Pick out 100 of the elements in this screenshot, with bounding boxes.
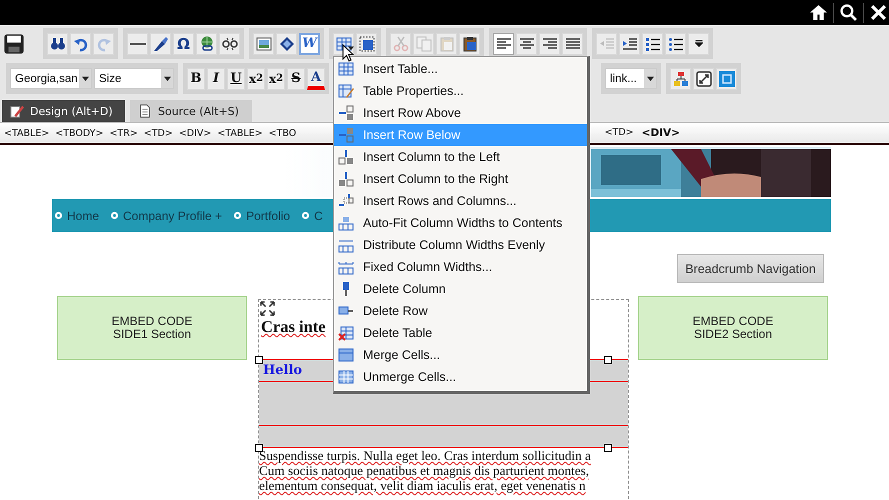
nav-link[interactable]: Home	[67, 208, 100, 222]
align-right-button[interactable]	[539, 32, 560, 54]
pen-button[interactable]	[150, 32, 171, 54]
menu-item[interactable]: Insert Column to the Right	[334, 168, 587, 190]
caret-icon	[82, 75, 88, 82]
align-center-button[interactable]	[516, 32, 537, 54]
menu-item[interactable]: Auto-Fit Column Widths to Contents	[334, 212, 587, 234]
caret-icon	[646, 75, 654, 82]
strikethrough-button[interactable]: S	[287, 68, 305, 90]
numbered-list-icon	[644, 36, 660, 52]
path-tag[interactable]: <DIV>	[642, 127, 680, 139]
scissors-icon	[392, 36, 408, 52]
nav-link[interactable]: Company Profile +	[123, 208, 222, 222]
menu-item[interactable]: Merge Cells...	[334, 344, 587, 366]
path-tag[interactable]: <TBO	[268, 128, 296, 138]
embed-code-text: SIDE1 Section	[112, 328, 192, 341]
menu-item[interactable]: Fixed Column Widths...	[334, 256, 587, 278]
indent-button[interactable]	[619, 32, 640, 54]
paragraph-line: Cum sociis natoque penatibus et magnis dis parturient montes,	[259, 463, 590, 478]
menu-item[interactable]: Unmerge Cells...	[334, 366, 587, 388]
pen-icon	[152, 36, 168, 52]
globe-link-icon	[198, 36, 214, 52]
insert-column-icon	[338, 149, 354, 165]
resize-handle[interactable]	[255, 444, 263, 452]
clipboard-icon	[438, 36, 454, 52]
numbered-list-button[interactable]	[642, 32, 663, 54]
image-button[interactable]	[253, 32, 274, 54]
autofit-columns-icon	[338, 215, 354, 231]
link-dropdown[interactable]: link...	[605, 68, 657, 89]
font-dropdown[interactable]: Georgia,san	[10, 68, 92, 89]
menu-item[interactable]: Insert Table...	[334, 58, 587, 80]
menu-item[interactable]: Delete Table	[334, 322, 587, 344]
menu-item[interactable]: Distribute Column Widths Evenly	[334, 234, 587, 256]
bullet-list-icon	[668, 36, 684, 52]
path-tag[interactable]: <TR>	[109, 128, 138, 138]
paragraph-line: Suspendisse turpis. Nulla eget leo. Cras interdum sollicitudin a	[259, 448, 591, 463]
sitemap-button[interactable]	[670, 68, 691, 90]
horizontal-rule-button[interactable]	[127, 32, 148, 54]
home-icon[interactable]	[810, 4, 827, 21]
embed-code-text: SIDE2 Section	[694, 328, 772, 341]
fixed-columns-icon	[338, 259, 354, 275]
size-dropdown[interactable]: Size	[94, 68, 174, 89]
clipboard-icon	[462, 36, 478, 52]
globe-link-button[interactable]	[196, 32, 217, 54]
nav-link[interactable]: Portfolio	[246, 208, 290, 222]
underline-button[interactable]: U	[227, 68, 245, 90]
path-tag[interactable]: <TABLE>	[4, 128, 50, 138]
text-color-button[interactable]: A	[307, 68, 325, 90]
image-icon	[256, 36, 272, 52]
broken-chain-icon	[222, 36, 238, 52]
special-character-button[interactable]: Ω	[173, 32, 194, 54]
caret-icon	[348, 44, 354, 50]
menu-item[interactable]: Insert Rows and Columns...	[334, 190, 587, 212]
paste-from-word-button[interactable]: W	[299, 32, 320, 54]
menu-item[interactable]: Delete Column	[334, 278, 587, 300]
delete-table-icon	[338, 325, 354, 341]
caret-button[interactable]	[688, 32, 709, 54]
path-tag[interactable]: <TBODY>	[55, 128, 104, 138]
save-icon	[3, 32, 25, 54]
menu-item[interactable]: Insert Row Above	[334, 102, 587, 124]
frame-icon	[718, 70, 734, 86]
resize-icon	[696, 70, 712, 86]
bold-button[interactable]: B	[187, 68, 205, 90]
insert-cells-icon	[338, 193, 354, 209]
align-left-button[interactable]	[493, 32, 514, 54]
resize-handle[interactable]	[255, 356, 263, 364]
resize-handle[interactable]	[604, 356, 612, 364]
menu-item[interactable]: Delete Row	[334, 300, 587, 322]
resize-handle[interactable]	[604, 444, 612, 452]
mode-tab[interactable]: Design (Alt+D)	[2, 100, 125, 122]
mode-tab[interactable]: Source (Alt+S)	[130, 100, 252, 122]
align-left-icon	[496, 36, 512, 52]
path-tag[interactable]: <DIV>	[178, 128, 212, 138]
binoculars-button[interactable]	[47, 32, 68, 54]
nav-link[interactable]: C	[314, 208, 323, 222]
binoculars-icon	[50, 36, 66, 52]
close-icon[interactable]	[870, 4, 887, 21]
bullet-list-button[interactable]	[665, 32, 686, 54]
embed-code-text: EMBED CODE	[112, 315, 192, 328]
table-icon	[338, 369, 354, 385]
broken-chain-button[interactable]	[219, 32, 240, 54]
justify-button[interactable]	[562, 32, 583, 54]
path-tag[interactable]: <TD>	[144, 128, 173, 138]
menu-item[interactable]: Table Properties...	[334, 80, 587, 102]
expand-icon[interactable]	[260, 301, 275, 316]
path-tag[interactable]: <TABLE>	[217, 128, 263, 138]
italic-button[interactable]: I	[207, 68, 225, 90]
path-tag[interactable]: <TD>	[604, 127, 634, 139]
search-icon[interactable]	[840, 4, 857, 21]
menu-item[interactable]: Insert Column to the Left	[334, 146, 587, 168]
clipboard-button[interactable]	[459, 32, 480, 54]
breadcrumb-button[interactable]: Breadcrumb Navigation	[677, 254, 824, 283]
resize-button[interactable]	[693, 68, 714, 90]
caret-icon	[164, 75, 170, 82]
align-right-icon	[542, 36, 558, 52]
sitemap-icon	[672, 70, 688, 86]
undo-button[interactable]	[70, 32, 91, 54]
page-icon	[138, 104, 152, 118]
bullet-icon	[233, 211, 242, 220]
dotted-square-button[interactable]	[356, 32, 377, 54]
